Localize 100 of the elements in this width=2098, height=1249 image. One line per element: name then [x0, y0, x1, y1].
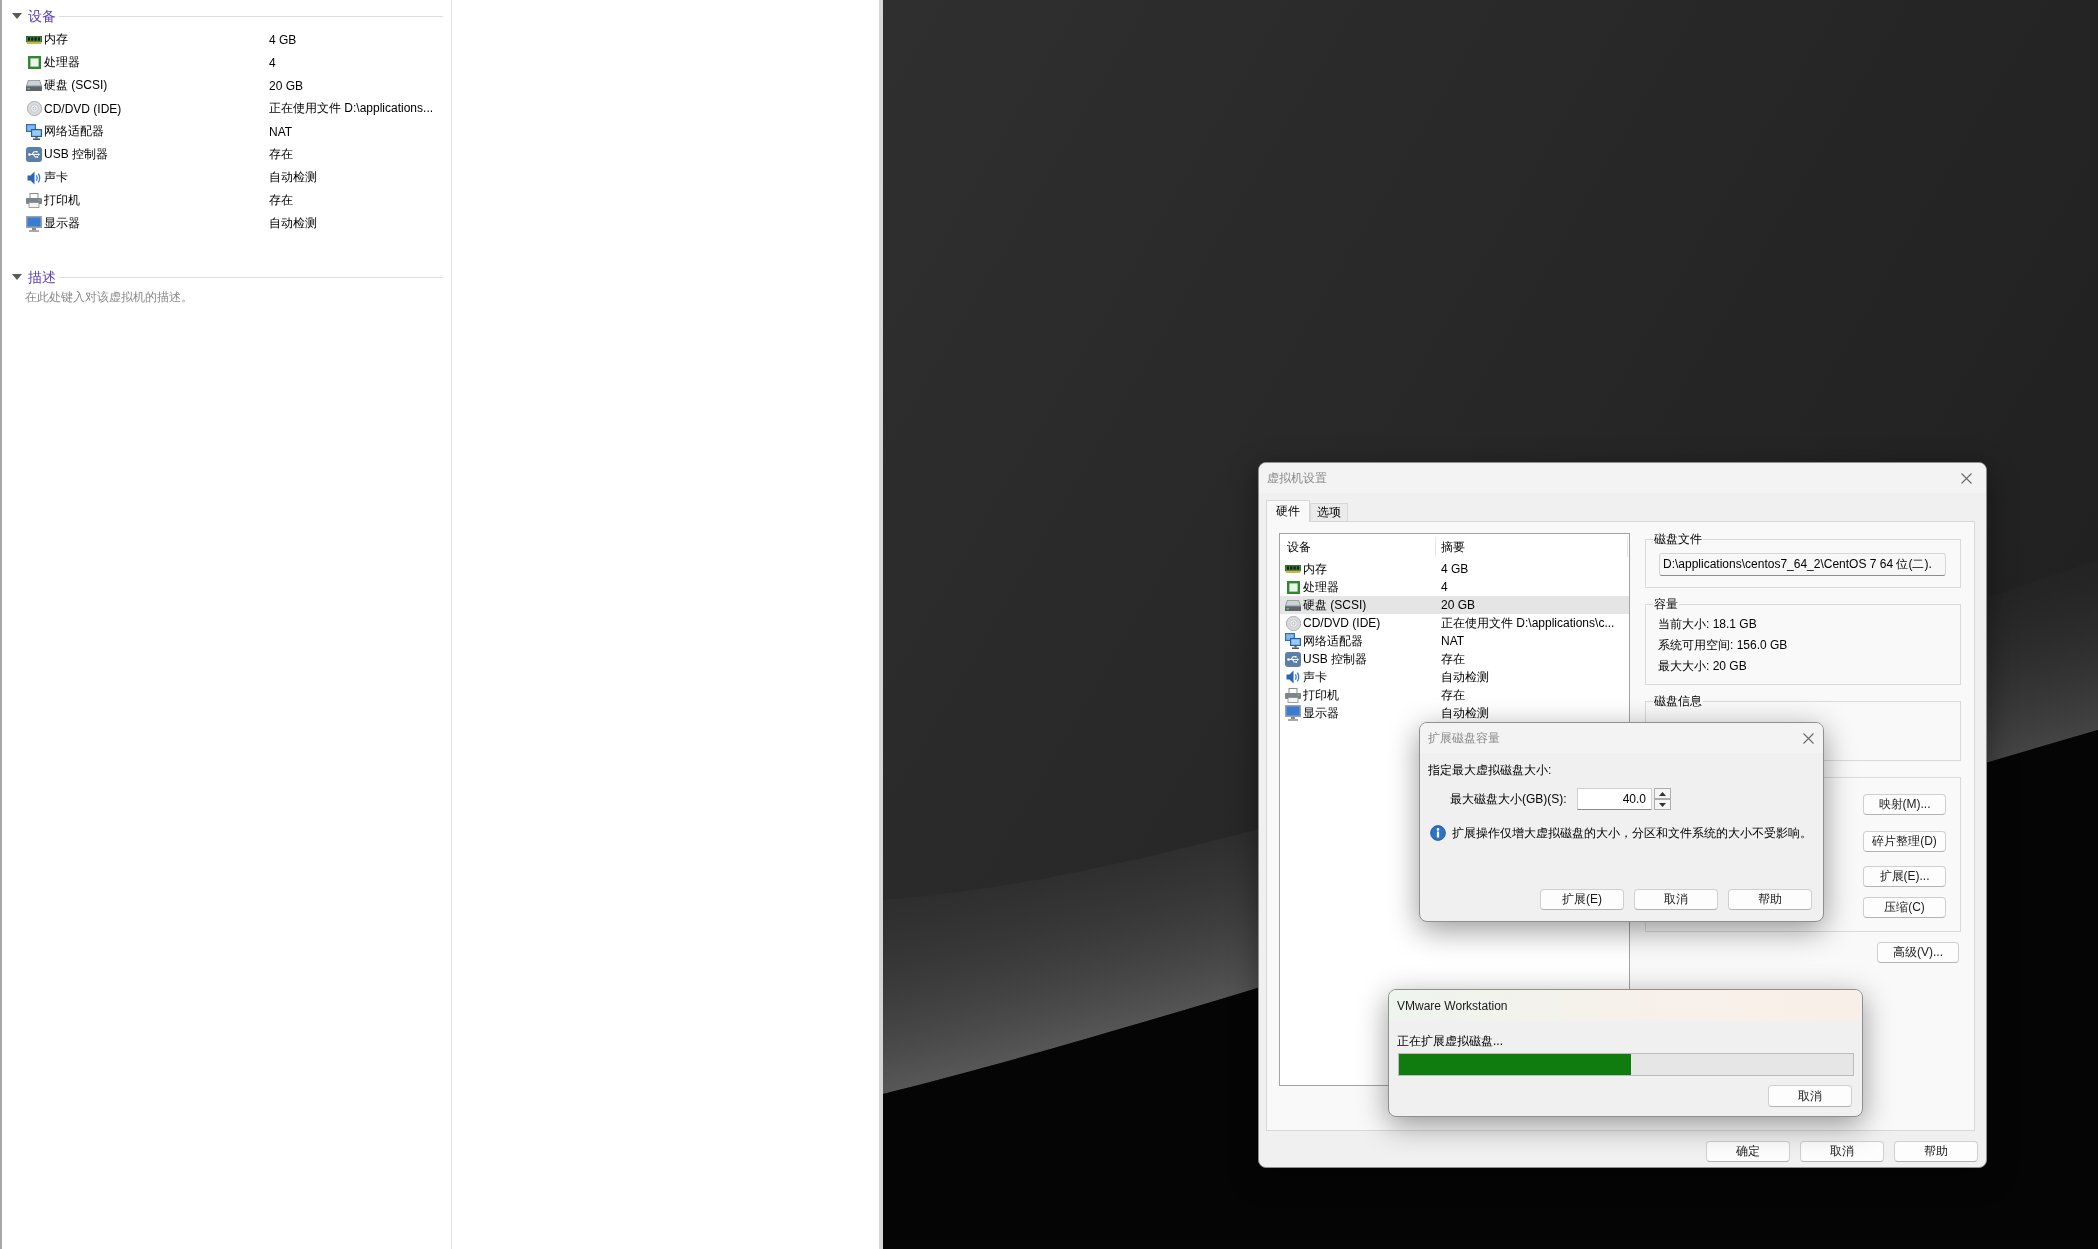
usb-icon [1285, 651, 1301, 667]
cancel-button[interactable]: 取消 [1800, 1141, 1884, 1162]
usb-icon [26, 147, 42, 162]
close-icon[interactable] [1961, 472, 1972, 484]
info-text: 扩展操作仅增大虚拟磁盘的大小，分区和文件系统的大小不受影响。 [1452, 825, 1812, 841]
processor-chip-icon [1286, 580, 1300, 594]
device-name[interactable]: 显示器 [44, 215, 80, 232]
device-value: 4 GB [269, 32, 298, 47]
progress-message: 正在扩展虚拟磁盘... [1397, 1033, 1504, 1049]
device-summary: NAT [1440, 634, 1466, 648]
spin-down-button[interactable] [1654, 799, 1671, 810]
device-name: 硬盘 (SCSI) [1303, 596, 1367, 614]
close-icon[interactable] [1803, 732, 1814, 744]
dialog-title: 虚拟机设置 [1267, 469, 1328, 487]
device-name[interactable]: 内存 [44, 31, 68, 48]
device-value: 4 [269, 55, 277, 70]
device-name: 内存 [1303, 560, 1327, 578]
caret-icon[interactable] [12, 13, 22, 19]
map-button[interactable]: 映射(M)... [1863, 794, 1946, 815]
optical-disc-icon [1285, 615, 1301, 631]
device-summary: 自动检测 [1440, 704, 1490, 722]
spin-up-button[interactable] [1654, 788, 1671, 799]
device-name[interactable]: CD/DVD (IDE) [44, 101, 122, 116]
device-list-item[interactable]: 内存 4 GB [1280, 560, 1629, 578]
group-title: 容量 [1653, 596, 1679, 612]
device-summary: 自动检测 [1440, 668, 1490, 686]
info-icon [1430, 825, 1446, 841]
device-list-item[interactable]: 声卡 自动检测 [1280, 668, 1629, 686]
device-value: 存在 [269, 192, 294, 209]
device-list-item[interactable]: CD/DVD (IDE) 正在使用文件 D:\applications\c... [1280, 614, 1629, 632]
device-list-item[interactable]: 显示器 自动检测 [1280, 704, 1629, 722]
device-name[interactable]: 处理器 [44, 54, 80, 71]
device-name[interactable]: USB 控制器 [44, 146, 108, 163]
capacity-info: 当前大小: 18.1 GB [1658, 616, 1758, 633]
device-name: CD/DVD (IDE) [1303, 616, 1381, 630]
section-title: 设备 [28, 7, 56, 26]
prompt-text: 指定最大虚拟磁盘大小: [1428, 762, 1553, 778]
speaker-icon [1285, 669, 1301, 685]
group-title: 磁盘文件 [1653, 531, 1703, 547]
group-title: 磁盘信息 [1653, 693, 1703, 709]
caret-icon[interactable] [12, 274, 22, 280]
device-summary: 20 GB [1440, 598, 1477, 612]
dialog-title: 扩展磁盘容量 [1428, 729, 1501, 747]
tab[interactable]: 选项 [1310, 503, 1348, 521]
device-value: 存在 [269, 146, 294, 163]
device-list-item[interactable]: USB 控制器 存在 [1280, 650, 1629, 668]
device-name: 显示器 [1303, 704, 1339, 722]
optical-disc-icon [26, 101, 42, 116]
device-value: 自动检测 [269, 215, 318, 232]
device-list-item[interactable]: 处理器 4 [1280, 578, 1629, 596]
compact-button[interactable]: 压缩(C) [1863, 897, 1946, 918]
expand-button[interactable]: 扩展(E) [1540, 889, 1624, 910]
memory-module-icon [26, 35, 42, 44]
ok-button[interactable]: 确定 [1706, 1141, 1790, 1162]
device-value: 正在使用文件 D:\applications... [269, 100, 435, 117]
down-arrow-icon [1659, 802, 1666, 807]
advanced-button[interactable]: 高级(V)... [1877, 942, 1959, 963]
column-header[interactable]: 摘要 [1441, 538, 1465, 556]
tab[interactable]: 硬件 [1266, 500, 1310, 522]
device-summary: 4 GB [1440, 562, 1470, 576]
cancel-button[interactable]: 取消 [1634, 889, 1718, 910]
defragment-button[interactable]: 碎片整理(D) [1863, 831, 1946, 852]
device-value: NAT [269, 124, 294, 139]
memory-module-icon [1285, 565, 1301, 573]
network-monitors-icon [1285, 633, 1301, 649]
disk-size-field[interactable]: 40.0 [1577, 788, 1652, 810]
device-list-item[interactable]: 硬盘 (SCSI) 20 GB [1280, 596, 1629, 614]
printer-icon [1285, 687, 1301, 703]
help-button[interactable]: 帮助 [1894, 1141, 1978, 1162]
device-name[interactable]: 打印机 [44, 192, 80, 209]
printer-icon [26, 193, 42, 208]
monitor-icon [1285, 705, 1301, 721]
capacity-info: 系统可用空间: 156.0 GB [1658, 637, 1789, 654]
device-name[interactable]: 硬盘 (SCSI) [44, 77, 108, 94]
device-value: 20 GB [269, 78, 305, 93]
device-name[interactable]: 声卡 [44, 169, 68, 186]
field-label: 最大磁盘大小(GB)(S): [1450, 790, 1568, 808]
help-button[interactable]: 帮助 [1728, 889, 1812, 910]
device-name: 网络适配器 [1303, 632, 1363, 650]
column-header[interactable]: 设备 [1287, 538, 1311, 556]
section-title: 描述 [28, 268, 56, 287]
expand-button[interactable]: 扩展(E)... [1863, 866, 1946, 887]
speaker-icon [26, 169, 42, 186]
network-monitors-icon [26, 123, 42, 140]
description-text[interactable]: 在此处键入对该虚拟机的描述。 [12, 289, 443, 306]
device-list-item[interactable]: 打印机 存在 [1280, 686, 1629, 704]
monitor-icon [26, 215, 42, 232]
dialog-title: VMware Workstation [1397, 998, 1509, 1013]
device-summary: 存在 [1440, 650, 1466, 668]
device-value: 自动检测 [269, 169, 318, 186]
up-arrow-icon [1659, 791, 1666, 796]
device-name[interactable]: 网络适配器 [44, 123, 104, 140]
disk-path-field[interactable]: D:\applications\centos7_64_2\CentOS 7 64 位(二). [1659, 553, 1946, 576]
device-name: 打印机 [1303, 686, 1339, 704]
capacity-info: 最大大小: 20 GB [1658, 658, 1748, 675]
device-summary: 存在 [1440, 686, 1466, 704]
device-name: 声卡 [1303, 668, 1327, 686]
device-list-item[interactable]: 网络适配器 NAT [1280, 632, 1629, 650]
device-summary: 4 [1440, 580, 1449, 594]
cancel-button[interactable]: 取消 [1768, 1085, 1852, 1107]
